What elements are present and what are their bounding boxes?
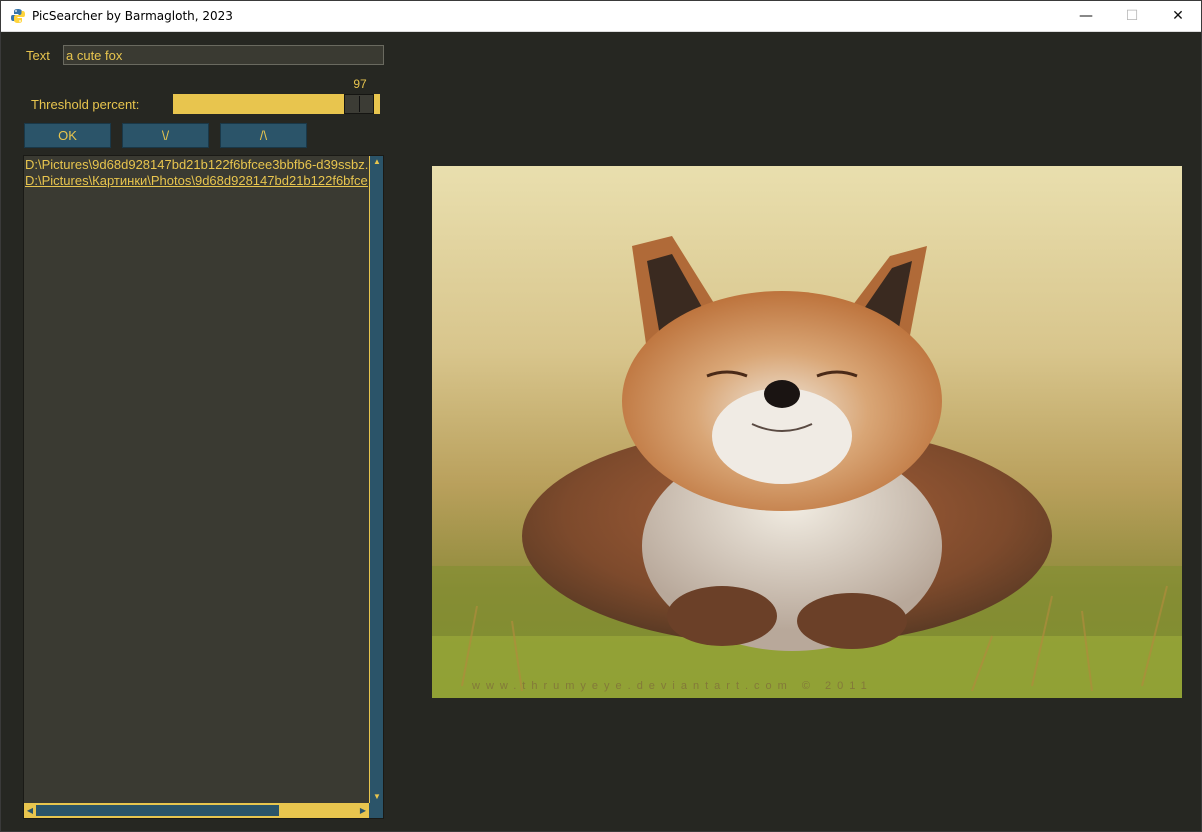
result-item-selected[interactable]: D:\Pictures\Картинки\Photos\9d68d928147b…: [25, 173, 368, 188]
search-text-label: Text: [26, 48, 50, 63]
photo-watermark: www.thrumyeye.deviantart.com © 2011: [472, 680, 873, 692]
threshold-slider[interactable]: [173, 94, 380, 114]
scroll-left-arrow-icon[interactable]: ◀: [24, 803, 36, 818]
scroll-up-arrow-icon[interactable]: ▲: [370, 156, 383, 168]
scroll-corner: [369, 803, 383, 818]
minimize-button[interactable]: —: [1063, 1, 1109, 31]
horizontal-scroll-thumb[interactable]: [36, 805, 279, 816]
threshold-slider-handle[interactable]: [344, 94, 374, 114]
vertical-scrollbar[interactable]: ▲ ▼: [369, 156, 383, 803]
main-panel: Text Threshold percent: 97 OK \/ /\ D:\P…: [1, 32, 1201, 831]
app-window: PicSearcher by Barmagloth, 2023 — ☐ ✕ Te…: [0, 0, 1202, 832]
next-result-button[interactable]: \/: [122, 123, 209, 148]
scroll-down-arrow-icon[interactable]: ▼: [370, 791, 383, 803]
fox-photo-illustration: [432, 166, 1182, 698]
python-logo-icon: [11, 9, 25, 23]
scroll-right-arrow-icon[interactable]: ▶: [357, 803, 369, 818]
image-preview: www.thrumyeye.deviantart.com © 2011: [432, 166, 1182, 698]
search-text-input[interactable]: [63, 45, 384, 65]
threshold-value: 97: [353, 77, 367, 91]
results-listbox[interactable]: D:\Pictures\9d68d928147bd21b122f6bfcee3b…: [23, 155, 384, 819]
title-bar[interactable]: PicSearcher by Barmagloth, 2023 — ☐ ✕: [1, 1, 1201, 32]
previous-result-button[interactable]: /\: [220, 123, 307, 148]
horizontal-scrollbar[interactable]: ◀ ▶: [24, 803, 383, 818]
window-title: PicSearcher by Barmagloth, 2023: [32, 9, 233, 23]
ok-button[interactable]: OK: [24, 123, 111, 148]
threshold-label: Threshold percent:: [31, 97, 140, 112]
close-button[interactable]: ✕: [1155, 1, 1201, 31]
maximize-button[interactable]: ☐: [1109, 1, 1155, 31]
result-item[interactable]: D:\Pictures\9d68d928147bd21b122f6bfcee3b…: [25, 157, 368, 172]
